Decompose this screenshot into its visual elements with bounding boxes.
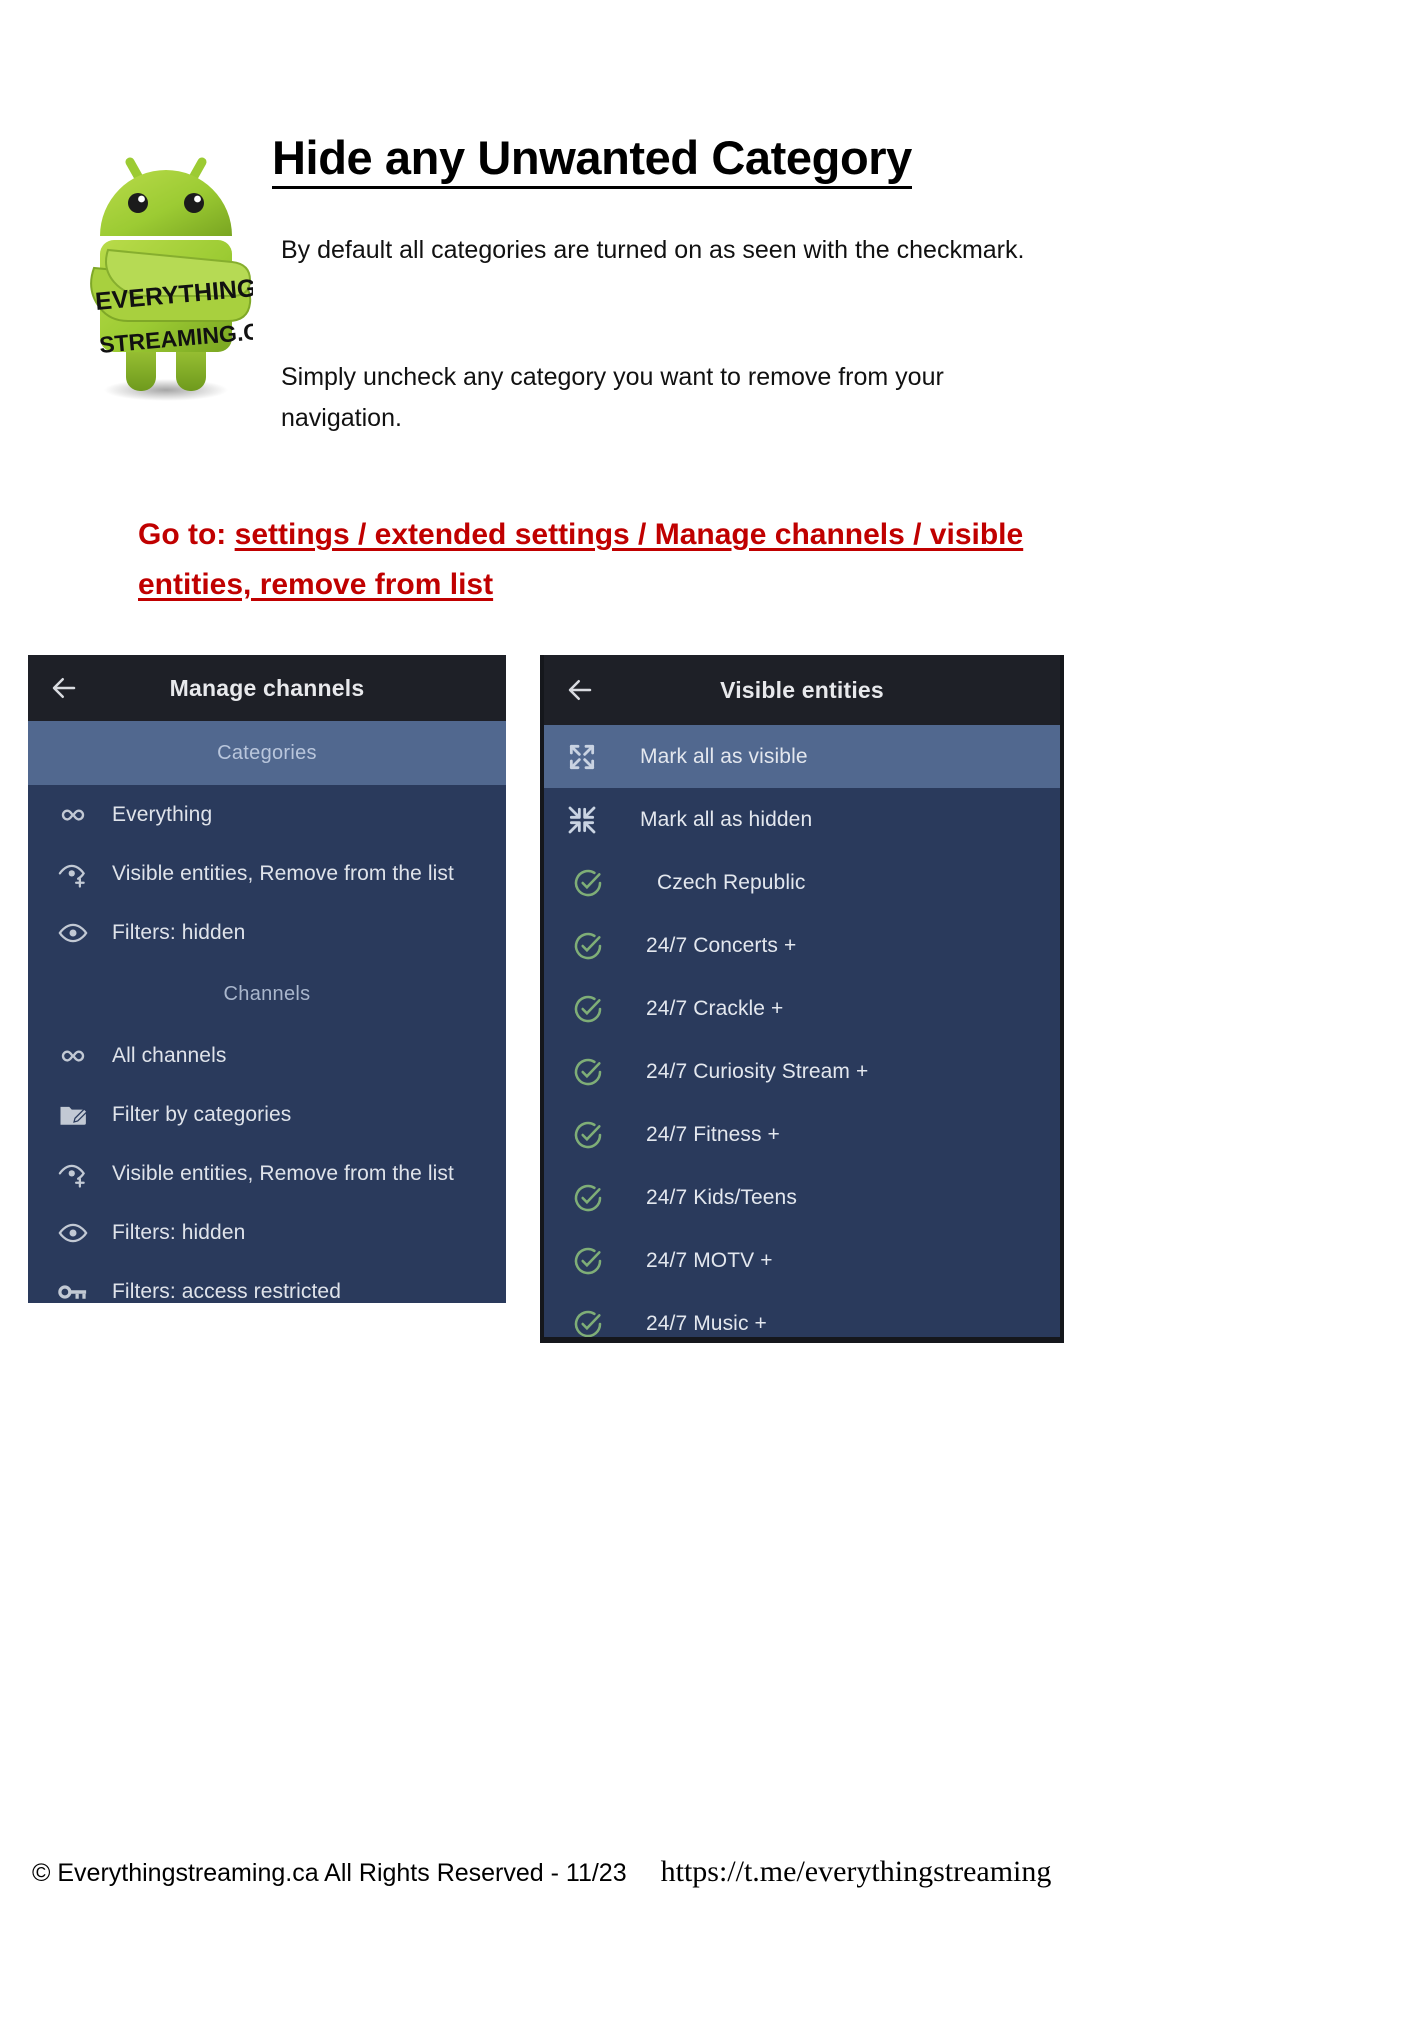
row-everything[interactable]: Everything <box>28 785 506 844</box>
screenshot-manage-channels: Manage channels Categories Everything Vi… <box>28 655 506 1303</box>
section-header-channels: Channels <box>223 982 311 1005</box>
instruction-path: settings / extended settings / Manage ch… <box>138 518 1024 601</box>
eye-icon <box>58 918 112 948</box>
intro-paragraph-1: By default all categories are turned on … <box>281 236 1025 264</box>
row-filter-by-categories[interactable]: Filter by categories <box>28 1085 506 1144</box>
entity-row[interactable]: 24/7 Curiosity Stream + <box>544 1040 1060 1103</box>
row-filters-access-restricted[interactable]: Filters: access restricted <box>28 1262 506 1303</box>
row-label: Filters: access restricted <box>112 1279 341 1303</box>
back-button[interactable] <box>28 673 100 703</box>
entity-label: 24/7 Fitness + <box>646 1122 780 1146</box>
check-circle-icon[interactable] <box>566 1308 646 1338</box>
row-label: Visible entities, Remove from the list <box>112 1161 454 1185</box>
entity-row[interactable]: 24/7 Fitness + <box>544 1103 1060 1166</box>
row-label: Filters: hidden <box>112 1220 246 1244</box>
entity-label: 24/7 Curiosity Stream + <box>646 1059 869 1083</box>
entity-label: 24/7 Crackle + <box>646 996 784 1020</box>
row-filters-hidden-channels[interactable]: Filters: hidden <box>28 1203 506 1262</box>
infinity-icon <box>58 800 112 830</box>
eye-plus-icon <box>58 1159 112 1189</box>
telegram-url[interactable]: https://t.me/everythingstreaming <box>661 1855 1052 1889</box>
infinity-icon <box>58 1041 112 1071</box>
row-visible-entities-categories[interactable]: Visible entities, Remove from the list <box>28 844 506 903</box>
manage-channels-appbar: Manage channels <box>28 655 506 721</box>
action-label: Mark all as visible <box>640 744 808 768</box>
row-label: Filter by categories <box>112 1102 292 1126</box>
row-all-channels[interactable]: All channels <box>28 1026 506 1085</box>
row-label: Filters: hidden <box>112 920 246 944</box>
eye-icon <box>58 1218 112 1248</box>
eye-plus-icon <box>58 859 112 889</box>
row-visible-entities-channels[interactable]: Visible entities, Remove from the list <box>28 1144 506 1203</box>
instruction-line: Go to: settings / extended settings / Ma… <box>138 510 1038 609</box>
entity-label: 24/7 MOTV + <box>646 1248 773 1272</box>
visible-entities-title: Visible entities <box>720 676 884 703</box>
key-glyph <box>58 1284 87 1299</box>
section-header-categories: Categories <box>28 721 506 785</box>
back-button[interactable] <box>544 675 616 705</box>
entity-row[interactable]: 24/7 Kids/Teens <box>544 1166 1060 1229</box>
intro-paragraph-2: Simply uncheck any category you want to … <box>281 363 944 432</box>
screenshot-visible-entities: Visible entities Mark all as visible Mar… <box>540 655 1064 1343</box>
entity-row[interactable]: 24/7 MOTV + <box>544 1229 1060 1292</box>
action-label: Mark all as hidden <box>640 807 813 831</box>
action-mark-all-visible[interactable]: Mark all as visible <box>544 725 1060 788</box>
page-title: Hide any Unwanted Category <box>272 133 912 190</box>
check-circle-icon[interactable] <box>566 930 646 962</box>
expand-icon <box>566 741 640 773</box>
row-filters-hidden-categories[interactable]: Filters: hidden <box>28 903 506 962</box>
copyright-text: © Everythingstreaming.ca All Rights Rese… <box>32 1859 627 1887</box>
entity-row[interactable]: 24/7 Concerts + <box>544 914 1060 977</box>
header-block: EVERYTHING STREAMING.CA Hide any Unwante… <box>0 0 1428 640</box>
arrow-left-icon <box>52 678 76 698</box>
check-circle-icon[interactable] <box>566 1056 646 1088</box>
entity-row[interactable]: Czech Republic <box>544 851 1060 914</box>
entity-label: 24/7 Kids/Teens <box>646 1185 797 1209</box>
row-label: All channels <box>112 1043 227 1067</box>
key-icon <box>58 1277 112 1304</box>
check-circle-icon[interactable] <box>566 1119 646 1151</box>
visible-entities-appbar: Visible entities <box>544 655 1060 725</box>
folder-edit-icon <box>58 1100 112 1130</box>
manage-channels-title: Manage channels <box>169 674 365 701</box>
check-circle-icon[interactable] <box>566 993 646 1025</box>
footer: © Everythingstreaming.ca All Rights Rese… <box>0 1855 1428 1889</box>
everything-streaming-logo: EVERYTHING STREAMING.CA <box>78 118 253 403</box>
arrow-left-icon <box>568 680 592 700</box>
entity-label: 24/7 Music + <box>646 1311 767 1335</box>
entity-row[interactable]: 24/7 Crackle + <box>544 977 1060 1040</box>
action-mark-all-hidden[interactable]: Mark all as hidden <box>544 788 1060 851</box>
instruction-prefix: Go to: <box>138 518 235 551</box>
check-circle-icon[interactable] <box>566 1245 646 1277</box>
row-label: Everything <box>112 802 213 826</box>
check-circle-icon[interactable] <box>566 867 646 899</box>
entity-label: Czech Republic <box>657 870 806 894</box>
folder-edit-glyph <box>60 1106 88 1125</box>
entity-label: 24/7 Concerts + <box>646 933 797 957</box>
row-label: Visible entities, Remove from the list <box>112 861 454 885</box>
entity-row[interactable]: 24/7 Music + <box>544 1292 1060 1338</box>
collapse-icon <box>566 804 640 836</box>
logo-shadow <box>104 379 228 401</box>
check-circle-icon[interactable] <box>566 1182 646 1214</box>
